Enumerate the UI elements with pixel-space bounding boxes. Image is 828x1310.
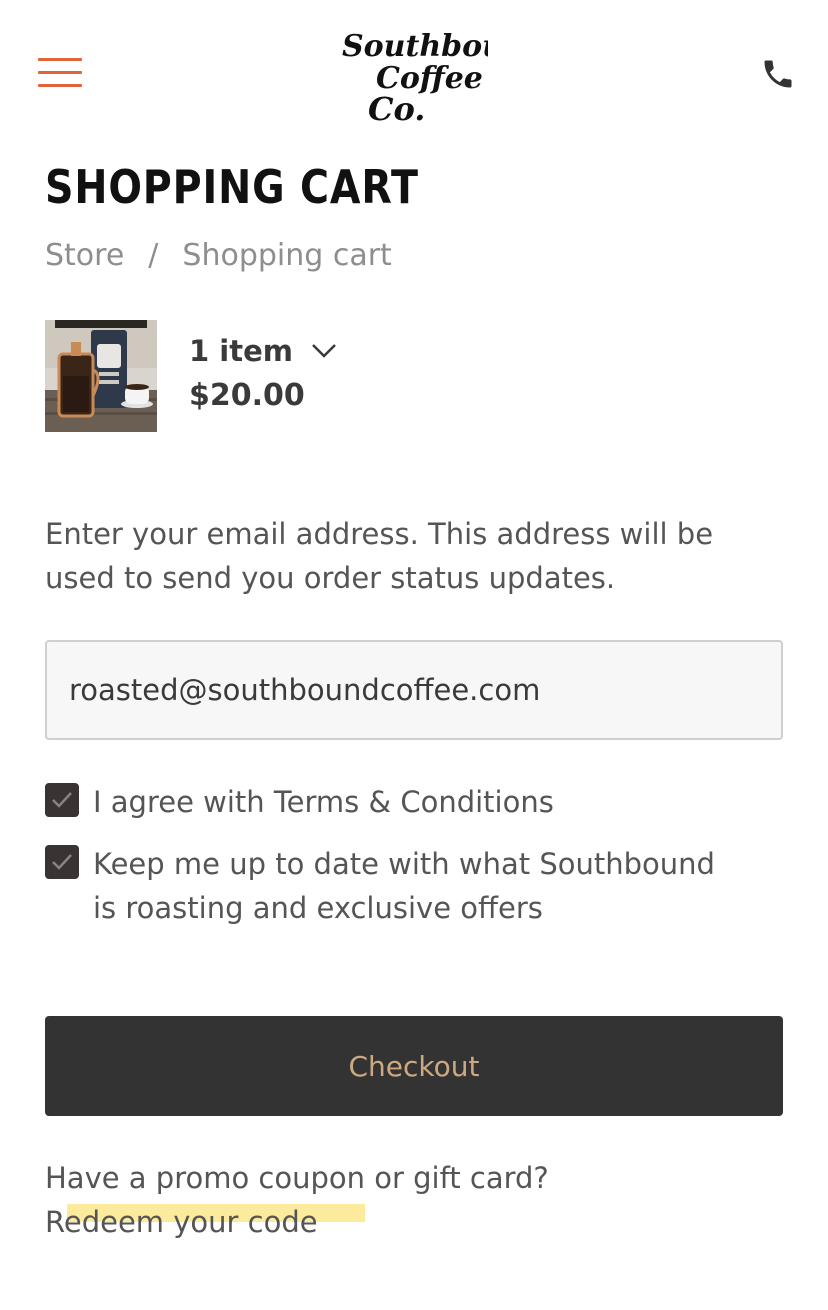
page-title: SHOPPING CART <box>45 160 419 214</box>
email-input[interactable] <box>45 640 783 740</box>
cart-items-toggle[interactable]: 1 item <box>189 334 337 368</box>
southbound-coffee-logo[interactable]: Southbound Coffee Co. <box>340 22 488 126</box>
promo-question: Have a promo coupon or gift card? <box>45 1161 549 1195</box>
menu-bar <box>38 71 82 74</box>
terms-checkbox[interactable] <box>45 783 79 817</box>
menu-bar <box>38 84 82 87</box>
newsletter-checkbox-row[interactable]: Keep me up to date with what Southbound … <box>45 842 745 930</box>
terms-label: I agree with Terms & Conditions <box>93 785 554 819</box>
menu-bar <box>38 58 82 61</box>
hamburger-menu-icon[interactable] <box>38 58 82 88</box>
chevron-down-icon <box>312 344 336 358</box>
breadcrumb: Store / Shopping cart <box>45 238 392 273</box>
cart-summary: 1 item $20.00 <box>45 320 785 432</box>
newsletter-label: Keep me up to date with what Southbound … <box>93 847 715 925</box>
checkmark-icon <box>52 854 72 870</box>
checkout-button[interactable]: Checkout <box>45 1016 783 1116</box>
terms-checkbox-row[interactable]: I agree with Terms & Conditions <box>45 780 554 824</box>
phone-icon[interactable] <box>760 56 796 92</box>
cart-total: $20.00 <box>189 378 305 413</box>
site-header: Southbound Coffee Co. <box>0 0 828 150</box>
logo-line-1: Southbound <box>342 29 488 64</box>
newsletter-checkbox[interactable] <box>45 845 79 879</box>
email-instructions: Enter your email address. This address w… <box>45 517 714 595</box>
logo-line-3: Co. <box>368 90 425 126</box>
redeem-code-label: Redeem your code <box>45 1205 318 1239</box>
breadcrumb-separator: / <box>148 238 159 273</box>
redeem-code-link[interactable]: Redeem your code <box>45 1200 365 1244</box>
product-thumbnail[interactable] <box>45 320 157 432</box>
checkmark-icon <box>52 792 72 808</box>
breadcrumb-store-link[interactable]: Store <box>45 238 124 273</box>
breadcrumb-current: Shopping cart <box>182 238 392 273</box>
item-count: 1 item <box>189 334 293 368</box>
